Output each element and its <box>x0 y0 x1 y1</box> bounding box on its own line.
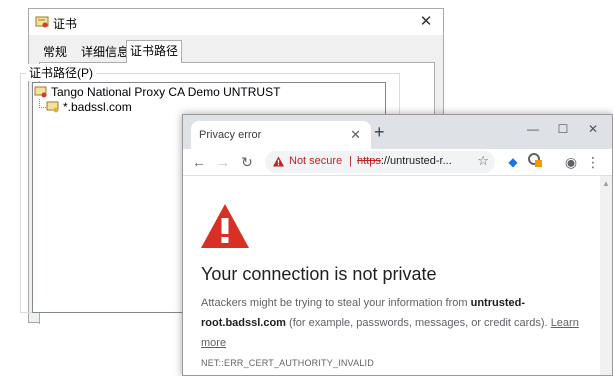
tree-item-label: Tango National Proxy CA Demo UNTRUST <box>51 85 281 99</box>
error-description: Attackers might be trying to steal your … <box>201 293 581 353</box>
maximize-icon[interactable]: ☐ <box>550 120 576 138</box>
scrollbar[interactable]: ▲ <box>600 176 612 375</box>
dialog-titlebar: 证书 ✕ <box>29 9 443 35</box>
forward-icon[interactable]: → <box>213 152 233 172</box>
tab-strip: Privacy error ✕ + — ☐ ✕ <box>183 115 612 149</box>
bookmark-star-icon[interactable]: ☆ <box>477 153 489 169</box>
address-bar[interactable]: Not secure | https://untrusted-r... ☆ <box>265 151 495 173</box>
url-scheme: https <box>357 155 381 167</box>
page-heading: Your connection is not private <box>201 264 437 284</box>
certificate-icon <box>35 16 49 28</box>
browser-window: Privacy error ✕ + — ☐ ✕ ← → ↻ Not secure… <box>182 114 613 376</box>
error-code: NET::ERR_CERT_AUTHORITY_INVALID <box>201 358 374 368</box>
url-rest: ://untrusted-r... <box>380 155 452 167</box>
extension-icon[interactable]: ◆ <box>503 152 523 172</box>
tree-item-root-ca[interactable]: Tango National Proxy CA Demo UNTRUST <box>34 84 280 100</box>
certificate-error-icon <box>34 86 47 98</box>
profile-avatar-icon[interactable]: ◉ <box>561 152 581 172</box>
tab-details[interactable]: 详细信息 <box>77 43 133 62</box>
browser-toolbar: ← → ↻ Not secure | https://untrusted-r..… <box>183 149 612 176</box>
extension-badge-icon <box>528 153 542 167</box>
warning-triangle-icon <box>201 204 249 248</box>
group-label: 证书路径(P) <box>26 64 96 81</box>
error-page: Your connection is not private Attackers… <box>183 176 600 375</box>
tab-title: Privacy error <box>199 129 262 141</box>
back-icon[interactable]: ← <box>189 152 209 172</box>
browser-tab[interactable]: Privacy error ✕ <box>191 121 371 149</box>
minimize-icon[interactable]: — <box>520 120 546 138</box>
description-text-2: (for example, passwords, messages, or cr… <box>285 317 551 329</box>
extension-warning-icon[interactable] <box>525 152 545 172</box>
menu-icon[interactable]: ⋮ <box>583 152 603 172</box>
url-separator: | <box>349 155 352 167</box>
new-tab-button[interactable]: + <box>374 123 385 141</box>
tab-general[interactable]: 常规 <box>39 43 71 62</box>
url-text: https://untrusted-r... <box>357 155 452 167</box>
certificate-icon <box>46 101 59 113</box>
dialog-title: 证书 <box>53 17 78 31</box>
close-icon[interactable]: ✕ <box>415 11 437 33</box>
close-tab-icon[interactable]: ✕ <box>350 127 361 143</box>
description-text: Attackers might be trying to steal your … <box>201 297 471 309</box>
warning-triangle-icon <box>273 156 284 167</box>
not-secure-label[interactable]: Not secure <box>289 155 342 167</box>
tree-item-label: *.badssl.com <box>63 100 132 114</box>
tree-item-leaf-cert[interactable]: *.badssl.com <box>46 99 132 115</box>
window-close-icon[interactable]: ✕ <box>580 120 606 138</box>
tab-certification-path[interactable]: 证书路径 <box>126 40 183 63</box>
reload-icon[interactable]: ↻ <box>237 152 257 172</box>
scroll-up-icon[interactable]: ▲ <box>602 179 610 188</box>
